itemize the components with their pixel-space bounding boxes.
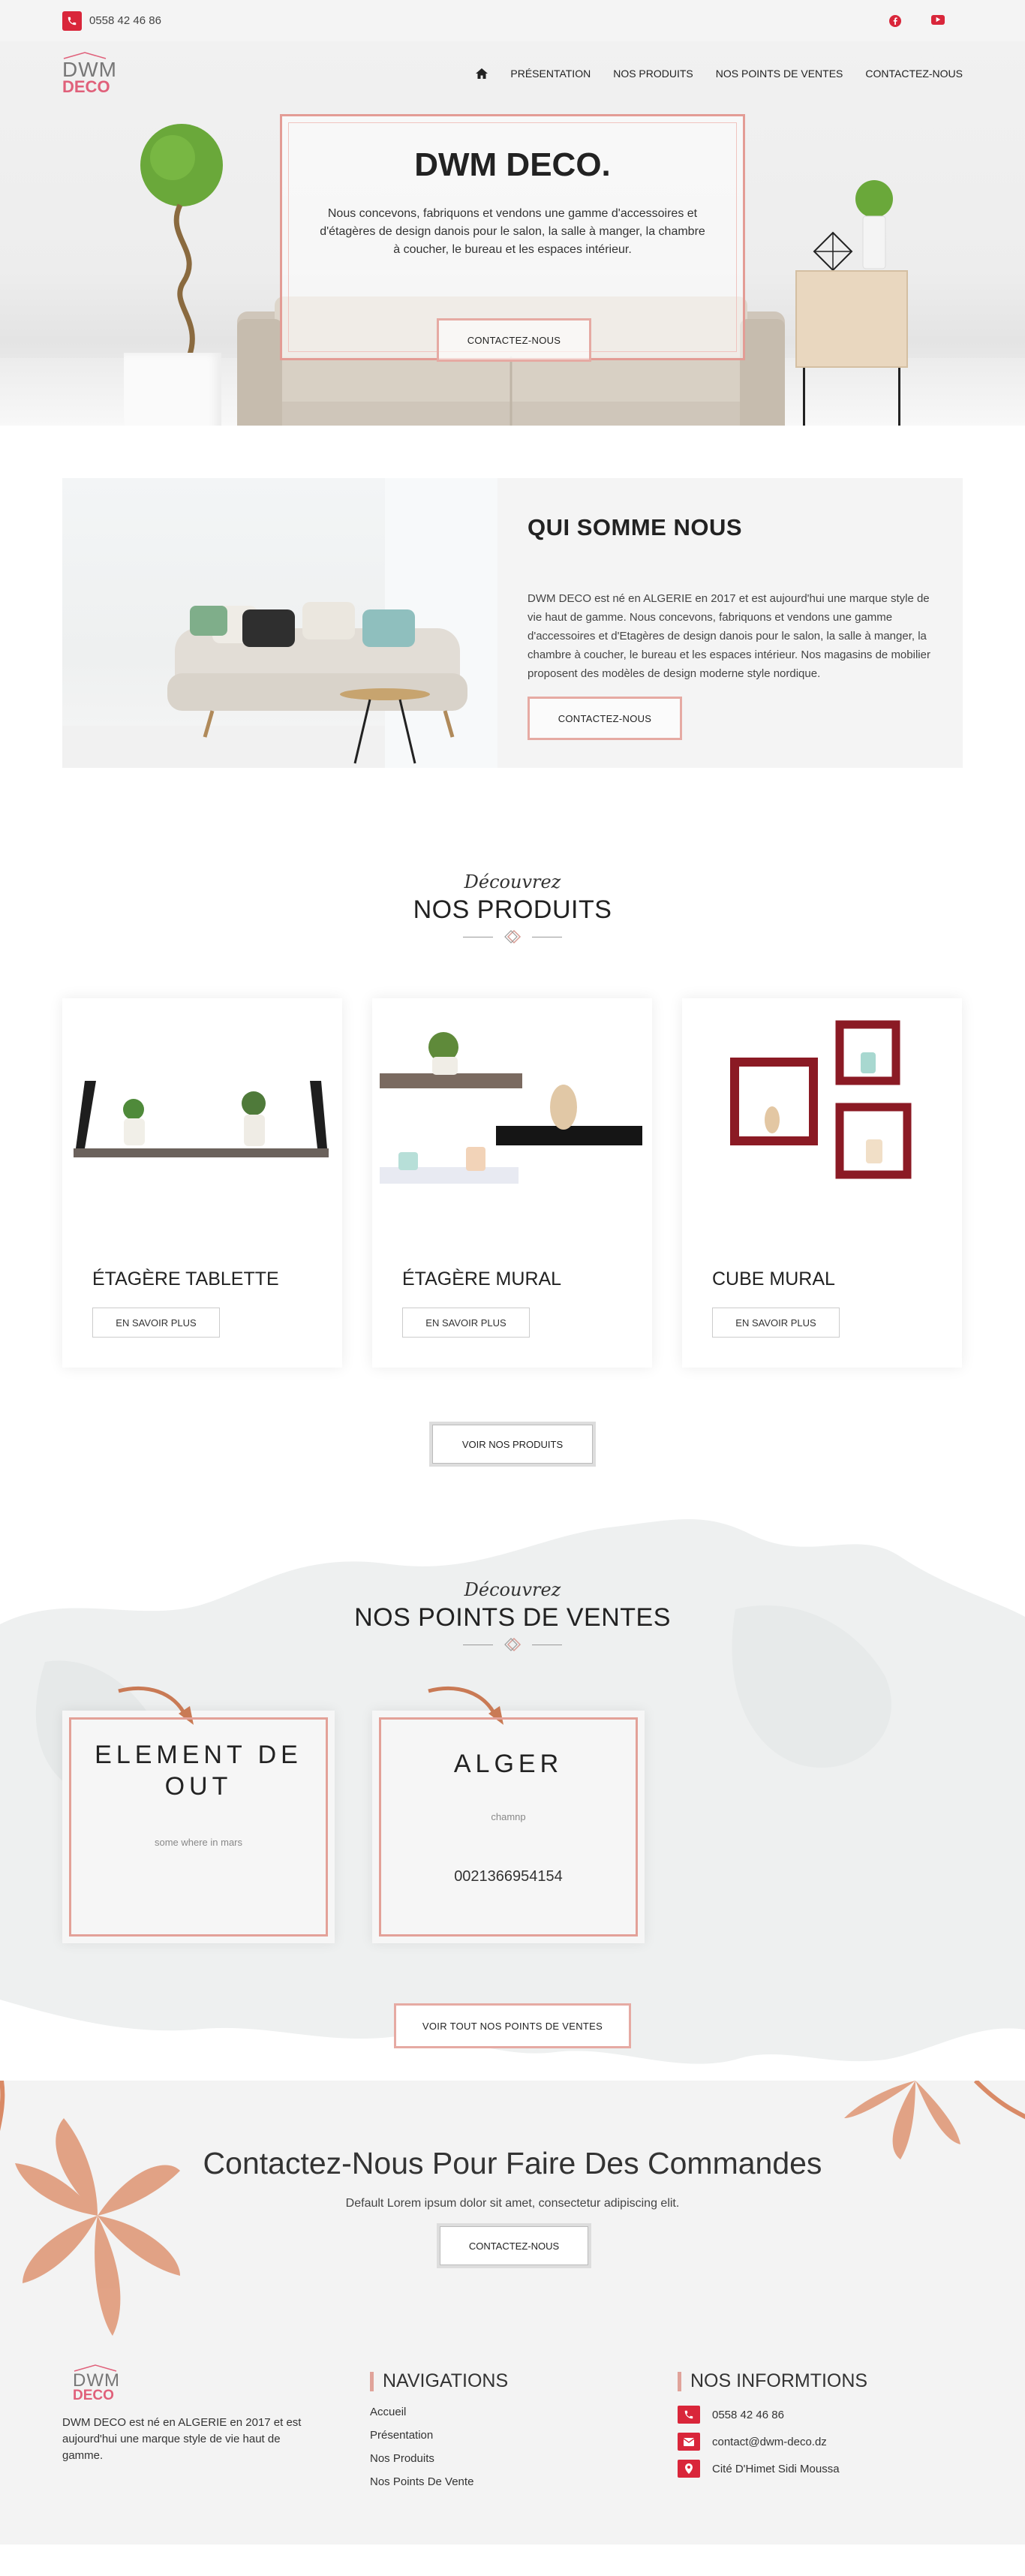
points-title: NOS POINTS DE VENTES [354, 1603, 671, 1632]
about-description: DWM DECO est né en ALGERIE en 2017 et es… [528, 592, 930, 680]
email-icon [678, 2433, 700, 2451]
menu-item-contact[interactable]: CONTACTEZ-NOUS [865, 68, 963, 80]
logo-text-bottom: DECO [62, 77, 110, 96]
top-phone-text: 0558 42 46 86 [89, 14, 161, 27]
footer-logo[interactable]: DWM DECO [73, 2364, 370, 2403]
about-contact-button[interactable]: CONTACTEZ-NOUS [528, 697, 682, 740]
top-phone[interactable]: 0558 42 46 86 [62, 11, 161, 31]
hero-title: DWM DECO. [414, 146, 611, 183]
product-name: ÉTAGÈRE MURAL [402, 1268, 562, 1290]
points-heading: Découvrez NOS POINTS DE VENTES [62, 1579, 963, 1652]
phone-icon [62, 11, 82, 31]
contact-cta-section: Contactez-Nous Pour Faire Des Commandes … [0, 2081, 1025, 2364]
about-section: QUI SOMME NOUS DWM DECO est né en ALGERI… [0, 478, 1025, 768]
footer-info-heading: NOS INFORMTIONS [678, 2370, 963, 2392]
products-section: Découvrez NOS PRODUITS ÉTAGÈRE TABLETTE … [0, 871, 1025, 1467]
footer-links: Accueil Présentation Nos Produits Nos Po… [370, 2406, 678, 2488]
footer-info: NOS INFORMTIONS 0558 42 46 86 contact@dw… [678, 2364, 963, 2499]
top-bar: 0558 42 46 86 [0, 0, 1025, 41]
learn-more-button[interactable]: EN SAVOIR PLUS [712, 1308, 840, 1338]
points-divider [62, 1637, 963, 1652]
footer-link-produits[interactable]: Nos Produits [370, 2452, 678, 2465]
white-plinth [124, 353, 221, 426]
product-name: ÉTAGÈRE TABLETTE [92, 1268, 279, 1290]
footer-info-title: NOS INFORMTIONS [690, 2370, 868, 2391]
copper-leaf-decoration-left [0, 2081, 180, 2336]
about-title: QUI SOMME NOUS [528, 514, 743, 540]
vase-plant-image [855, 180, 893, 269]
footer: DWM DECO DWM DECO est né en ALGERIE en 2… [0, 2364, 1025, 2544]
social-links [889, 14, 945, 27]
hero-text: Nous concevons, fabriquons et vendons un… [320, 207, 705, 256]
phone-icon [678, 2406, 700, 2424]
geometric-lantern-image [813, 231, 853, 272]
footer-link-points-de-vente[interactable]: Nos Points De Vente [370, 2475, 678, 2488]
footer-email[interactable]: contact@dwm-deco.dz [678, 2433, 963, 2451]
cabinet-legs [803, 368, 900, 426]
footer-description: DWM DECO est né en ALGERIE en 2017 et es… [62, 2416, 302, 2462]
wooden-cabinet [795, 270, 908, 368]
product-name: CUBE MURAL [712, 1268, 835, 1290]
footer-about: DWM DECO DWM DECO est né en ALGERIE en 2… [62, 2364, 370, 2499]
footer-email-text: contact@dwm-deco.dz [712, 2435, 827, 2448]
hero-section: DWM DECO PRÉSENTATION NOS PRODUITS NOS P… [0, 41, 1025, 426]
store-phone: 0021366954154 [454, 1868, 563, 1885]
store-card[interactable]: ELEMENT DE OUT some where in mars [62, 1686, 335, 1943]
diamond-divider-icon [504, 929, 522, 944]
footer-link-presentation[interactable]: Présentation [370, 2429, 678, 2442]
menu-item-presentation[interactable]: PRÉSENTATION [510, 68, 591, 80]
product-card[interactable]: ÉTAGÈRE TABLETTE EN SAVOIR PLUS [62, 998, 342, 1368]
store-address: chamnp [491, 1811, 526, 1822]
main-menu: PRÉSENTATION NOS PRODUITS NOS POINTS DE … [476, 68, 963, 80]
main-navbar: DWM DECO PRÉSENTATION NOS PRODUITS NOS P… [0, 41, 1025, 105]
hero-contact-button[interactable]: CONTACTEZ-NOUS [437, 318, 591, 362]
site-logo[interactable]: DWM DECO [62, 51, 117, 96]
store-cards: ELEMENT DE OUT some where in mars ALGER … [62, 1686, 963, 1943]
view-all-stores-button[interactable]: VOIR TOUT NOS POINTS DE VENTES [394, 2003, 631, 2048]
products-heading: Découvrez NOS PRODUITS [62, 871, 963, 944]
store-card[interactable]: ALGER chamnp 0021366954154 [372, 1686, 645, 1943]
cta-text: Default Lorem ipsum dolor sit amet, cons… [345, 2197, 680, 2210]
diamond-divider-icon [504, 1637, 522, 1652]
facebook-icon[interactable] [889, 14, 901, 27]
learn-more-button[interactable]: EN SAVOIR PLUS [402, 1308, 530, 1338]
menu-item-produits[interactable]: NOS PRODUITS [613, 68, 693, 80]
footer-phone[interactable]: 0558 42 46 86 [678, 2406, 963, 2424]
footer-logo-top: DWM [73, 2370, 120, 2391]
footer-logo-bottom: DECO [73, 2388, 114, 2403]
points-pre-title: Découvrez [464, 1579, 561, 1600]
product-image-etagere-tablette [62, 998, 342, 1231]
footer-navigation: NAVIGATIONS Accueil Présentation Nos Pro… [370, 2364, 678, 2499]
footer-address: Cité D'Himet Sidi Moussa [678, 2460, 963, 2478]
cta-title: Contactez-Nous Pour Faire Des Commandes [203, 2146, 822, 2180]
products-title: NOS PRODUITS [413, 895, 612, 924]
store-name: ALGER [453, 1750, 564, 1778]
menu-item-points-de-ventes[interactable]: NOS POINTS DE VENTES [716, 68, 843, 80]
footer-nav-heading: NAVIGATIONS [370, 2370, 678, 2392]
points-section: Découvrez NOS POINTS DE VENTES ELEMENT D… [0, 1504, 1025, 2081]
footer-nav-title: NAVIGATIONS [383, 2370, 509, 2391]
store-name: ELEMENT DE OUT [95, 1741, 302, 1801]
view-products-button[interactable]: VOIR NOS PRODUITS [429, 1422, 596, 1467]
product-card[interactable]: ÉTAGÈRE MURAL EN SAVOIR PLUS [372, 998, 652, 1368]
footer-address-text: Cité D'Himet Sidi Moussa [712, 2462, 840, 2475]
product-image-cube-mural [682, 998, 962, 1231]
product-image-etagere-mural [372, 998, 652, 1231]
map-pin-icon [678, 2460, 700, 2478]
about-text-block: QUI SOMME NOUS DWM DECO est né en ALGERI… [497, 478, 963, 768]
footer-phone-text: 0558 42 46 86 [712, 2408, 784, 2421]
products-divider [62, 929, 963, 944]
store-address: some where in mars [154, 1837, 243, 1848]
home-icon[interactable] [476, 68, 488, 79]
products-pre-title: Découvrez [464, 871, 561, 892]
learn-more-button[interactable]: EN SAVOIR PLUS [92, 1308, 220, 1338]
product-card[interactable]: CUBE MURAL EN SAVOIR PLUS [682, 998, 962, 1368]
cta-contact-button[interactable]: CONTACTEZ-NOUS [437, 2223, 591, 2268]
product-cards: ÉTAGÈRE TABLETTE EN SAVOIR PLUS ÉTAGÈRE … [62, 998, 963, 1368]
living-room-image [62, 478, 497, 768]
footer-link-accueil[interactable]: Accueil [370, 2406, 678, 2418]
youtube-icon[interactable] [931, 14, 945, 25]
